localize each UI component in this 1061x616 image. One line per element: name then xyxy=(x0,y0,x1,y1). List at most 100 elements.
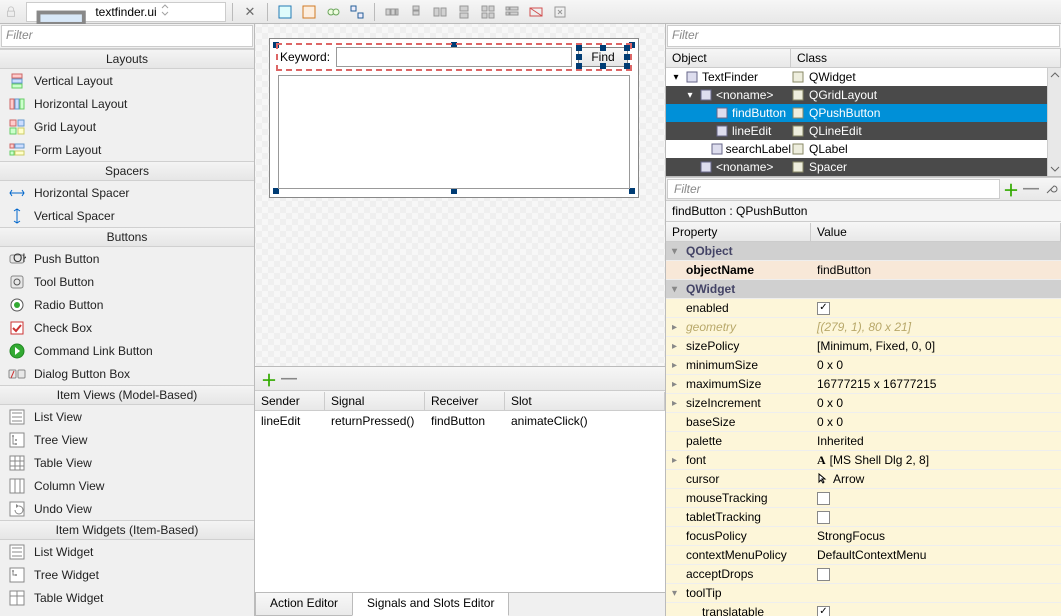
category-header[interactable]: Layouts xyxy=(0,49,254,69)
property-value[interactable]: StrongFocus xyxy=(811,529,1061,543)
expand-icon[interactable]: ▾ xyxy=(670,72,682,83)
text-edit-widget[interactable] xyxy=(278,75,630,189)
property-row[interactable]: ▾QWidget xyxy=(666,280,1061,299)
tree-row[interactable]: searchLabelQLabel xyxy=(666,140,1047,158)
add-property-button[interactable]: ＋ xyxy=(1001,179,1021,199)
property-row[interactable]: contextMenuPolicyDefaultContextMenu xyxy=(666,546,1061,565)
checkbox[interactable] xyxy=(817,492,830,505)
property-row[interactable]: enabled✓ xyxy=(666,299,1061,318)
category-header[interactable]: Spacers xyxy=(0,161,254,181)
expand-icon[interactable]: ▸ xyxy=(672,341,677,352)
object-filter-input[interactable]: Filter xyxy=(667,25,1060,47)
edit-buddies-button[interactable] xyxy=(322,1,344,23)
property-value[interactable]: A [MS Shell Dlg 2, 8] xyxy=(811,453,1061,468)
col-class[interactable]: Class xyxy=(791,49,1061,67)
col-receiver[interactable]: Receiver xyxy=(425,392,505,410)
widget-item[interactable]: Undo View xyxy=(0,497,254,520)
design-canvas[interactable]: Keyword: Find xyxy=(255,24,665,366)
expand-icon[interactable]: ▾ xyxy=(684,90,696,101)
layout-hsplit-button[interactable] xyxy=(429,1,451,23)
property-value[interactable]: 16777215 x 16777215 xyxy=(811,377,1061,391)
configure-button[interactable] xyxy=(1041,179,1061,199)
widget-item[interactable]: Command Link Button xyxy=(0,339,254,362)
col-property[interactable]: Property xyxy=(666,223,811,241)
close-file-button[interactable]: ✕ xyxy=(239,1,261,23)
property-row[interactable]: objectNamefindButton xyxy=(666,261,1061,280)
property-value[interactable] xyxy=(811,492,1061,505)
checkbox[interactable]: ✓ xyxy=(817,302,830,315)
widget-item[interactable]: Horizontal Layout xyxy=(0,92,254,115)
layout-grid-button[interactable] xyxy=(477,1,499,23)
expand-icon[interactable]: ▸ xyxy=(672,360,677,371)
keyword-line-edit[interactable] xyxy=(336,47,572,67)
property-value[interactable] xyxy=(811,511,1061,524)
category-header[interactable]: Buttons xyxy=(0,227,254,247)
expand-icon[interactable]: ▸ xyxy=(672,322,677,333)
edit-tab-order-button[interactable] xyxy=(346,1,368,23)
widget-item[interactable]: List View xyxy=(0,405,254,428)
add-connection-button[interactable]: ＋ xyxy=(261,367,277,391)
property-value[interactable]: [Minimum, Fixed, 0, 0] xyxy=(811,339,1061,353)
property-row[interactable]: acceptDrops xyxy=(666,565,1061,584)
scrollbar[interactable] xyxy=(1047,68,1061,176)
col-object[interactable]: Object xyxy=(666,49,791,67)
find-button-widget[interactable]: Find xyxy=(578,47,628,67)
widget-filter-input[interactable]: Filter xyxy=(1,25,253,47)
property-row[interactable]: baseSize0 x 0 xyxy=(666,413,1061,432)
tree-row[interactable]: ▾<noname>QGridLayout xyxy=(666,86,1047,104)
property-row[interactable]: mouseTracking xyxy=(666,489,1061,508)
widget-item[interactable]: Radio Button xyxy=(0,293,254,316)
layout-vsplit-button[interactable] xyxy=(453,1,475,23)
file-selector[interactable]: textfinder.ui xyxy=(26,2,226,22)
property-value[interactable]: Arrow xyxy=(811,472,1061,487)
property-value[interactable]: ✓ xyxy=(811,606,1061,616)
category-header[interactable]: Item Widgets (Item-Based) xyxy=(0,520,254,540)
expand-icon[interactable]: ▾ xyxy=(672,284,677,295)
widget-item[interactable]: Tree View xyxy=(0,428,254,451)
property-row[interactable]: ▾toolTip xyxy=(666,584,1061,603)
property-row[interactable]: ▸maximumSize16777215 x 16777215 xyxy=(666,375,1061,394)
property-row[interactable]: ▸fontA [MS Shell Dlg 2, 8] xyxy=(666,451,1061,470)
widget-item[interactable]: Vertical Layout xyxy=(0,69,254,92)
property-value[interactable]: findButton xyxy=(811,263,1061,277)
property-row[interactable]: ▸sizePolicy[Minimum, Fixed, 0, 0] xyxy=(666,337,1061,356)
expand-icon[interactable]: ▸ xyxy=(672,455,677,466)
property-value[interactable]: DefaultContextMenu xyxy=(811,548,1061,562)
expand-icon[interactable]: ▸ xyxy=(672,398,677,409)
widget-item[interactable]: Table View xyxy=(0,451,254,474)
property-value[interactable]: Inherited xyxy=(811,434,1061,448)
tab-action-editor[interactable]: Action Editor xyxy=(255,593,353,616)
property-value[interactable] xyxy=(811,568,1061,581)
widget-item[interactable]: Check Box xyxy=(0,316,254,339)
edit-widgets-button[interactable] xyxy=(274,1,296,23)
property-row[interactable]: translatable✓ xyxy=(666,603,1061,616)
widget-item[interactable]: Table Widget xyxy=(0,586,254,609)
widget-item[interactable]: Horizontal Spacer xyxy=(0,181,254,204)
expand-icon[interactable]: ▸ xyxy=(672,379,677,390)
layout-h-button[interactable] xyxy=(381,1,403,23)
property-row[interactable]: cursor Arrow xyxy=(666,470,1061,489)
checkbox[interactable] xyxy=(817,568,830,581)
tree-row[interactable]: findButtonQPushButton xyxy=(666,104,1047,122)
widget-item[interactable]: Dialog Button Box xyxy=(0,362,254,385)
property-value[interactable]: 0 x 0 xyxy=(811,358,1061,372)
remove-property-button[interactable]: — xyxy=(1021,179,1041,199)
category-header[interactable]: Item Views (Model-Based) xyxy=(0,385,254,405)
checkbox[interactable]: ✓ xyxy=(817,606,830,616)
widget-item[interactable]: Form Layout xyxy=(0,138,254,161)
property-row[interactable]: ▸geometry[(279, 1), 80 x 21] xyxy=(666,318,1061,337)
property-row[interactable]: paletteInherited xyxy=(666,432,1061,451)
widget-item[interactable]: Tool Button xyxy=(0,270,254,293)
property-row[interactable]: ▾QObject xyxy=(666,242,1061,261)
property-value[interactable]: 0 x 0 xyxy=(811,415,1061,429)
property-row[interactable]: tabletTracking xyxy=(666,508,1061,527)
widget-item[interactable]: OKPush Button xyxy=(0,247,254,270)
top-grid-row[interactable]: Keyword: Find xyxy=(278,45,630,69)
col-value[interactable]: Value xyxy=(811,223,1061,241)
property-row[interactable]: focusPolicyStrongFocus xyxy=(666,527,1061,546)
property-row[interactable]: ▸sizeIncrement0 x 0 xyxy=(666,394,1061,413)
widget-item[interactable]: Grid Layout xyxy=(0,115,254,138)
break-layout-button[interactable] xyxy=(525,1,547,23)
table-row[interactable]: lineEdit returnPressed() findButton anim… xyxy=(255,411,665,431)
widget-item[interactable]: Vertical Spacer xyxy=(0,204,254,227)
